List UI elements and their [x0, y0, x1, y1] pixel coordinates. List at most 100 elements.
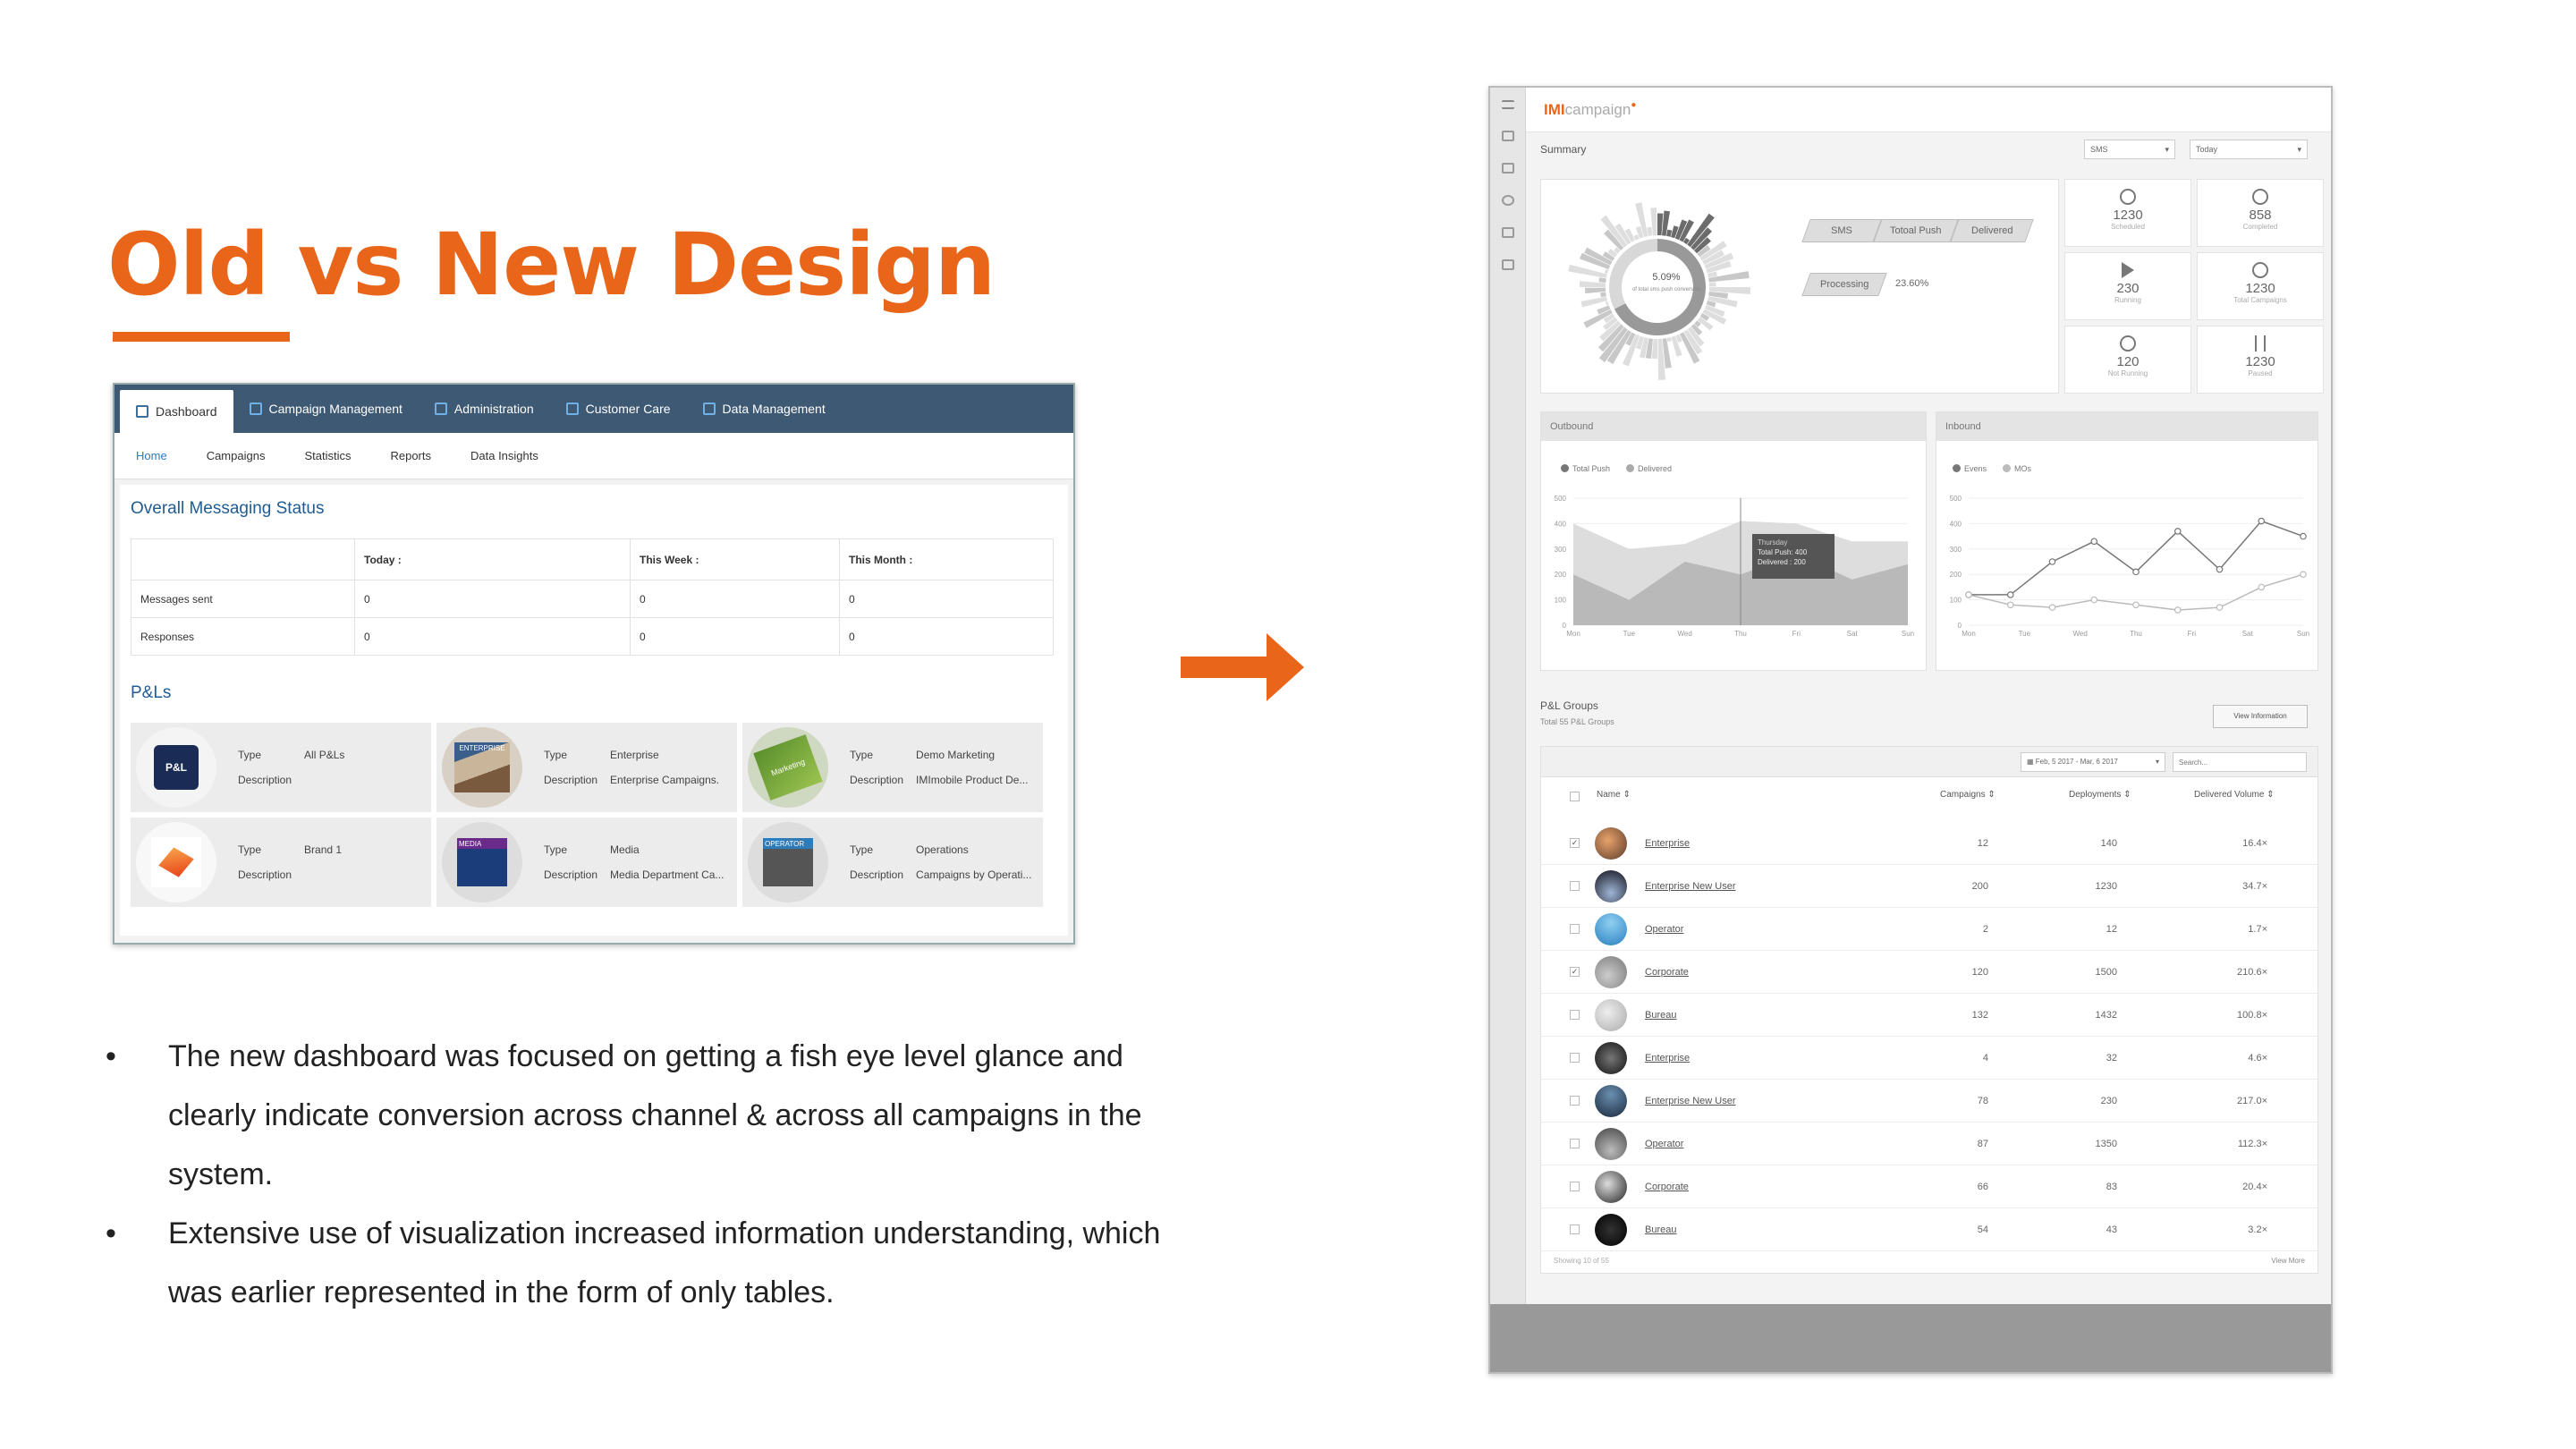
row-checkbox[interactable]: [1570, 1224, 1580, 1234]
column-header-name[interactable]: Name ⇕: [1597, 790, 1631, 800]
y-tick-label: 100: [1950, 597, 1962, 605]
channel-select[interactable]: SMS ▾: [2084, 140, 2175, 159]
group-name-link[interactable]: Bureau: [1645, 1224, 1676, 1235]
kpi-value: 1230: [2245, 354, 2275, 369]
pl-card[interactable]: OPERATOR Type Operations Description Campai…: [742, 818, 1043, 907]
y-tick-label: 500: [1555, 495, 1567, 503]
old-nav-administration[interactable]: Administration: [419, 385, 550, 433]
pl-type-value: Operations: [916, 843, 969, 856]
deployments-cell: 83: [2106, 1182, 2117, 1192]
row-checkbox[interactable]: [1570, 1010, 1580, 1020]
avatar: [1595, 956, 1627, 988]
new-footer-bar: [1490, 1304, 2331, 1372]
row-checkbox[interactable]: ✓: [1570, 967, 1580, 977]
old-subnav-data-insights[interactable]: Data Insights: [470, 449, 538, 462]
bullet-dot-icon: •: [106, 1216, 116, 1250]
column-header-deployments[interactable]: Deployments ⇕: [2069, 790, 2131, 800]
pl-card[interactable]: Marketing Type Demo Marketing Description I…: [742, 723, 1043, 812]
kpi-label: Total Campaigns: [2233, 296, 2287, 304]
inbox-icon[interactable]: [1501, 163, 1514, 174]
x-tick-label: Fri: [2188, 630, 2197, 638]
old-nav-customer-care[interactable]: Customer Care: [550, 385, 687, 433]
row-checkbox[interactable]: ✓: [1570, 838, 1580, 848]
legend-dot-icon: [1626, 464, 1635, 472]
layers-icon[interactable]: [1501, 131, 1514, 141]
pl-image-text: MEDIA: [457, 838, 507, 886]
pl-card[interactable]: Type Brand 1 Description: [131, 818, 431, 907]
row-checkbox[interactable]: [1570, 1053, 1580, 1063]
group-name-link[interactable]: Enterprise: [1645, 1053, 1690, 1063]
avatar: [1595, 1171, 1627, 1203]
clock-icon: [2252, 262, 2268, 278]
table-row[interactable]: ✓ Enterprise 12 140 16.4×: [1541, 822, 2318, 865]
group-name-link[interactable]: Bureau: [1645, 1010, 1676, 1021]
kpi-value: 120: [2116, 354, 2140, 369]
select-all-checkbox[interactable]: [1570, 792, 1580, 801]
table-row[interactable]: Enterprise New User 200 1230 34.7×: [1541, 865, 2318, 908]
column-header-campaigns[interactable]: Campaigns ⇕: [1940, 790, 1996, 800]
search-input[interactable]: [2173, 752, 2307, 772]
database-icon[interactable]: [1501, 259, 1514, 270]
group-name-link[interactable]: Enterprise: [1645, 838, 1690, 849]
column-header-volume[interactable]: Delivered Volume ⇕: [2194, 790, 2275, 800]
old-subnav-home[interactable]: Home: [136, 449, 167, 462]
table-row[interactable]: Corporate 66 83 20.4×: [1541, 1165, 2318, 1208]
groups-subtitle: Total 55 P&L Groups: [1540, 717, 1614, 726]
group-name-link[interactable]: Operator: [1645, 924, 1683, 935]
old-nav-data-management[interactable]: Data Management: [687, 385, 842, 433]
table-row[interactable]: Enterprise 4 32 4.6×: [1541, 1037, 2318, 1080]
inbound-legend: Evens MOs: [1953, 464, 2031, 473]
group-name-link[interactable]: Corporate: [1645, 1182, 1689, 1192]
table-row[interactable]: ✓ Corporate 120 1500 210.6×: [1541, 951, 2318, 994]
pl-card[interactable]: P&L Type All P&Ls Description: [131, 723, 431, 812]
pl-desc-label: Description: [850, 774, 904, 786]
y-tick-label: 0: [1958, 622, 1962, 630]
date-range-picker[interactable]: ▦ Feb, 5 2017 - Mar, 6 2017 ▾: [2021, 752, 2165, 772]
pl-card[interactable]: ENTERPRISE Type Enterprise Description Ente…: [436, 723, 737, 812]
view-information-button[interactable]: View Information: [2213, 705, 2308, 728]
legend-dot-icon: [2003, 464, 2012, 472]
row-checkbox[interactable]: [1570, 881, 1580, 891]
processing-bar: Processing: [1801, 273, 1887, 296]
group-name-link[interactable]: Enterprise New User: [1645, 881, 1735, 892]
table-row[interactable]: Operator 2 12 1.7×: [1541, 908, 2318, 951]
date-select-value: Today: [2196, 145, 2218, 154]
chart-icon[interactable]: [1501, 227, 1514, 238]
old-subnav-campaigns[interactable]: Campaigns: [207, 449, 266, 462]
check-circle-icon: [2252, 189, 2268, 205]
row-checkbox[interactable]: [1570, 1139, 1580, 1148]
deployments-cell: 1230: [2095, 881, 2117, 892]
imi-campaign-logo[interactable]: IMIcampaign●: [1544, 100, 1636, 119]
table-row[interactable]: Enterprise New User 78 230 217.0×: [1541, 1080, 2318, 1123]
view-more-link[interactable]: View More: [2271, 1257, 2305, 1265]
group-name-link[interactable]: Operator: [1645, 1139, 1683, 1149]
sunburst-segment: [1598, 277, 1606, 283]
pl-enterprise-image: ENTERPRISE: [442, 727, 522, 808]
date-select[interactable]: Today ▾: [2190, 140, 2308, 159]
avatar: [1595, 913, 1627, 945]
row-checkbox[interactable]: [1570, 1182, 1580, 1191]
menu-icon[interactable]: [1501, 100, 1514, 109]
table-row[interactable]: Operator 87 1350 112.3×: [1541, 1123, 2318, 1165]
old-subnav-reports[interactable]: Reports: [390, 449, 431, 462]
row-checkbox[interactable]: [1570, 924, 1580, 934]
pl-operator-image: OPERATOR: [748, 822, 828, 902]
table-row[interactable]: Bureau 54 43 3.2×: [1541, 1208, 2318, 1251]
table-row[interactable]: Bureau 132 1432 100.8×: [1541, 994, 2318, 1037]
pl-card[interactable]: MEDIA Type Media Description Media Departme…: [436, 818, 737, 907]
legend-item: Total Push: [1561, 464, 1610, 473]
campaigns-cell: 78: [1977, 1096, 1988, 1106]
inbound-title: Inbound: [1936, 412, 2318, 441]
calendar-icon: ▦: [2027, 758, 2036, 766]
settings-icon[interactable]: [1501, 195, 1514, 206]
row-checkbox[interactable]: [1570, 1096, 1580, 1106]
sort-icon: ⇕: [1623, 790, 1631, 800]
group-name-link[interactable]: Enterprise New User: [1645, 1096, 1735, 1106]
pause-icon: [2255, 335, 2266, 352]
group-name-link[interactable]: Corporate: [1645, 967, 1689, 978]
old-nav-campaign-management[interactable]: Campaign Management: [233, 385, 419, 433]
old-nav-dashboard[interactable]: Dashboard: [120, 390, 233, 433]
avatar: [1595, 1214, 1627, 1246]
old-subnav-statistics[interactable]: Statistics: [304, 449, 351, 462]
slide-title: Old vs New Design: [107, 215, 996, 315]
